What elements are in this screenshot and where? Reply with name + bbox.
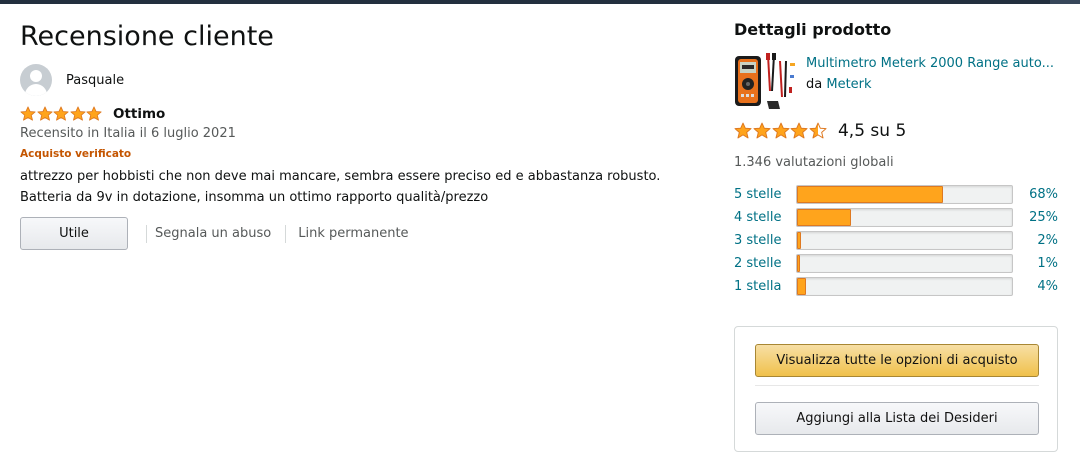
star-icon [20,106,36,122]
verified-purchase-badge: Acquisto verificato [20,148,132,160]
multimeter-product-image[interactable] [734,51,796,113]
star-icon [86,106,102,122]
histogram-star-label[interactable]: 1 stella [734,279,796,294]
rating-histogram: 5 stelle 68% 4 stelle 25% 3 stelle 2% 2 stelle… [734,183,1058,298]
histogram-bar-fill [797,255,800,272]
histogram-percent[interactable]: 25% [1013,210,1058,225]
review-panel: Recensione cliente Pasquale Ottimo Recen… [20,20,700,250]
star-icon [37,106,53,122]
star-icon [734,122,752,140]
histogram-row[interactable]: 1 stella 4% [734,275,1058,298]
review-title: Ottimo [112,106,166,122]
add-to-wishlist-button[interactable]: Aggiungi alla Lista dei Desideri [755,402,1039,435]
top-nav-accent [1050,0,1080,4]
page-title: Recensione cliente [20,21,274,52]
brand-link[interactable]: Meterk [826,77,871,92]
histogram-row[interactable]: 4 stelle 25% [734,206,1058,229]
permalink-link[interactable]: Link permanente [298,226,408,241]
buy-box: Visualizza tutte le opzioni di acquisto … [734,326,1058,452]
histogram-row[interactable]: 2 stelle 1% [734,252,1058,275]
average-rating-text: 4,5 su 5 [837,121,907,141]
product-summary: Multimetro Meterk 2000 Range auto... da … [734,51,1058,113]
average-star-rating[interactable] [734,122,828,140]
histogram-star-label[interactable]: 3 stelle [734,233,796,248]
histogram-star-label[interactable]: 4 stelle [734,210,796,225]
helpful-button[interactable]: Utile [20,217,128,250]
by-label: da [806,77,823,92]
review-star-rating [20,106,103,122]
star-icon [53,106,69,122]
histogram-bar[interactable] [796,277,1013,296]
histogram-bar[interactable] [796,254,1013,273]
review-body-line: attrezzo per hobbisti che non deve mai m… [20,169,661,184]
histogram-bar[interactable] [796,185,1013,204]
star-icon [70,106,86,122]
report-abuse-link[interactable]: Segnala un abuso [155,226,271,241]
star-icon [790,122,808,140]
histogram-star-label[interactable]: 2 stelle [734,256,796,271]
see-buying-options-button[interactable]: Visualizza tutte le opzioni di acquisto [755,344,1039,377]
section-title: Dettagli prodotto [734,20,892,39]
star-icon [772,122,790,140]
review-rating-row: Ottimo [20,105,700,123]
buy-box-divider [755,385,1039,386]
histogram-bar[interactable] [796,208,1013,227]
user-avatar-icon [20,64,52,96]
action-divider [146,224,147,243]
histogram-percent[interactable]: 68% [1013,187,1058,202]
average-rating-summary: 4,5 su 5 [734,120,1058,142]
histogram-bar-fill [797,232,802,249]
histogram-row[interactable]: 3 stelle 2% [734,229,1058,252]
histogram-percent[interactable]: 2% [1013,233,1058,248]
product-info: Multimetro Meterk 2000 Range auto... da … [806,53,1054,113]
review-date: Recensito in Italia il 6 luglio 2021 [20,126,236,141]
review-body-line: Batteria da 9v in dotazione, insomma un … [20,190,489,205]
histogram-row[interactable]: 5 stelle 68% [734,183,1058,206]
histogram-bar[interactable] [796,231,1013,250]
star-icon [753,122,771,140]
star-icon [809,122,827,140]
product-details-panel: Dettagli prodotto Multimetro Meterk 2000… [734,20,1058,298]
histogram-bar-fill [797,209,851,226]
review-author[interactable]: Pasquale [20,63,700,97]
top-nav-strip [0,0,1080,4]
review-actions: Utile Segnala un abuso Link permanente [20,217,700,250]
histogram-percent[interactable]: 4% [1013,279,1058,294]
histogram-bar-fill [797,278,806,295]
review-body: attrezzo per hobbisti che non deve mai m… [20,166,700,208]
histogram-bar-fill [797,186,944,203]
author-name[interactable]: Pasquale [66,73,124,88]
histogram-star-label[interactable]: 5 stelle [734,187,796,202]
total-ratings: 1.346 valutazioni globali [734,155,894,170]
action-divider [285,224,287,243]
product-title-link[interactable]: Multimetro Meterk 2000 Range auto... [806,53,1054,74]
product-by-line: da Meterk [806,74,1054,95]
histogram-percent[interactable]: 1% [1013,256,1058,271]
